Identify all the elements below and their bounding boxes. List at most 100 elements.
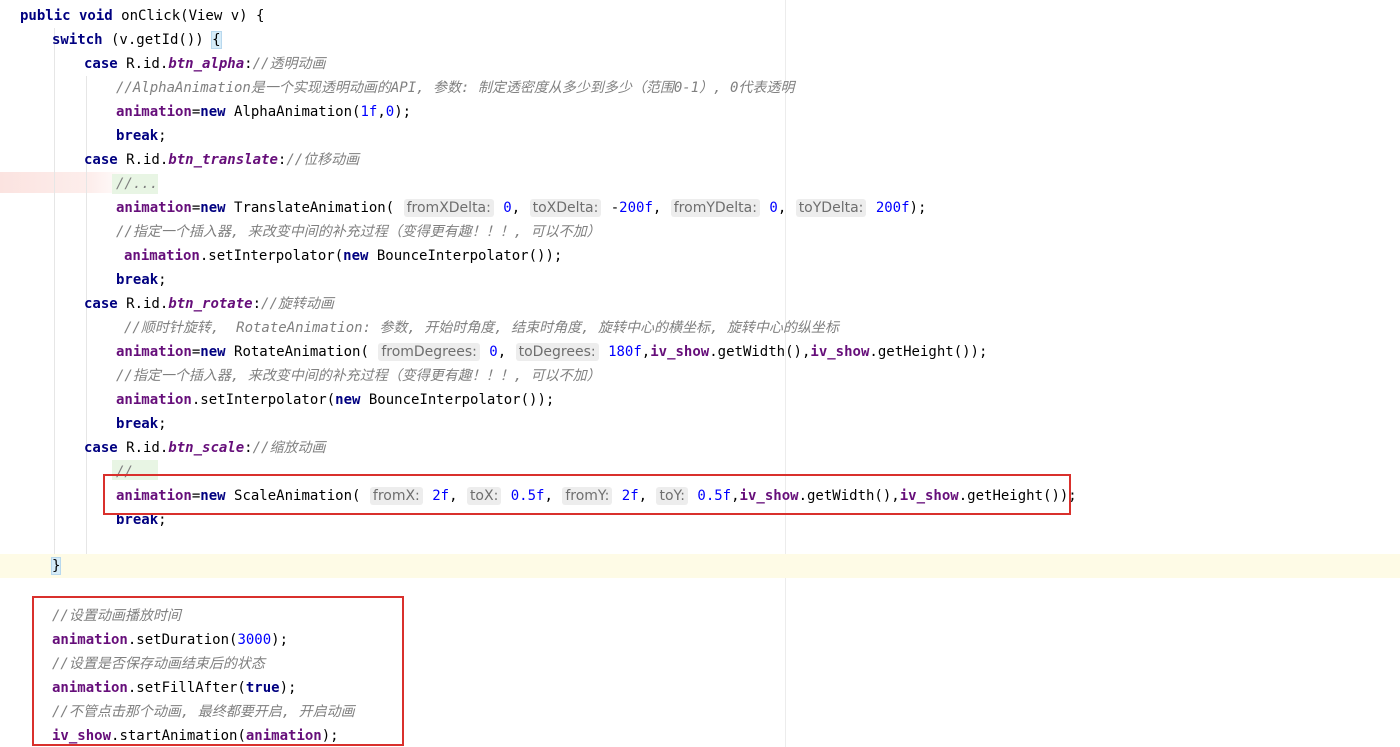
keyword: public void — [20, 8, 113, 24]
variable: animation — [124, 248, 200, 264]
code-text: ); — [909, 200, 927, 216]
code-comment: //指定一个插入器, 来改变中间的补充过程（变得更有趣！！！, 可以不加） — [116, 224, 601, 240]
changed-line-marker — [0, 172, 130, 193]
parameter-hint: toYDelta: — [795, 199, 867, 217]
highlight-box-scale-animation — [103, 474, 1071, 515]
keyword: new — [200, 104, 226, 120]
keyword: case — [84, 440, 118, 456]
code-text: - — [602, 200, 620, 216]
code-line[interactable]: animation=new AlphaAnimation(1f,0); — [116, 100, 411, 124]
code-line[interactable]: public void onClick(View v) { — [20, 4, 264, 28]
code-line[interactable]: //指定一个插入器, 来改变中间的补充过程（变得更有趣！！！, 可以不加） — [116, 220, 601, 244]
code-text: onClick(View v) { — [112, 8, 265, 24]
code-line[interactable]: //AlphaAnimation是一个实现透明动画的API, 参数: 制定透密度… — [116, 76, 794, 100]
keyword: case — [84, 56, 118, 72]
code-text: , — [497, 344, 515, 360]
code-line[interactable]: //... — [116, 172, 158, 196]
code-line[interactable]: switch (v.getId()) { — [52, 28, 222, 52]
code-text: R.id. — [117, 152, 169, 168]
brace: } — [50, 557, 62, 575]
keyword: break — [116, 128, 159, 144]
code-comment: //旋转动画 — [261, 296, 334, 312]
code-text: R.id. — [117, 296, 169, 312]
code-text: R.id. — [117, 440, 169, 456]
code-text: ; — [158, 272, 167, 288]
variable: animation — [116, 344, 192, 360]
number-literal: 0 — [489, 344, 498, 360]
code-text: .getWidth(), — [709, 344, 811, 360]
variable: iv_show — [810, 344, 870, 360]
keyword: case — [84, 296, 118, 312]
keyword: new — [200, 200, 226, 216]
code-text: ; — [158, 128, 167, 144]
keyword: case — [84, 152, 118, 168]
code-text: , — [511, 200, 529, 216]
code-line[interactable]: break; — [116, 124, 167, 148]
parameter-hint: toDegrees: — [515, 343, 599, 361]
keyword: switch — [52, 32, 103, 48]
code-text: , — [641, 344, 651, 360]
code-text: TranslateAnimation( — [225, 200, 403, 216]
code-comment: //顺时针旋转, RotateAnimation: 参数, 开始时角度, 结束时… — [124, 320, 839, 336]
right-margin-guide — [785, 0, 786, 747]
code-line[interactable]: break; — [116, 268, 167, 292]
number-literal: 0 — [385, 104, 395, 120]
field-ref: btn_translate — [168, 152, 278, 168]
keyword: break — [116, 272, 159, 288]
number-literal: 200f — [619, 200, 653, 216]
code-text: R.id. — [117, 56, 169, 72]
field-ref: btn_scale — [168, 440, 245, 456]
indent-guide — [54, 28, 55, 554]
code-comment: //缩放动画 — [252, 440, 326, 456]
parameter-hint: fromYDelta: — [670, 199, 760, 217]
code-text: .setInterpolator( — [199, 248, 344, 264]
code-text: BounceInterpolator()); — [368, 248, 563, 264]
variable: iv_show — [650, 344, 710, 360]
number-literal: 1f — [360, 104, 378, 120]
code-line[interactable]: animation=new TranslateAnimation( fromXD… — [116, 196, 926, 220]
code-line[interactable]: break; — [116, 412, 167, 436]
parameter-hint: fromXDelta: — [403, 199, 494, 217]
code-line[interactable]: case R.id.btn_translate://位移动画 — [84, 148, 359, 172]
code-text: (v.getId()) — [102, 32, 213, 48]
highlight-box-animation-setup — [32, 596, 404, 746]
code-text: , — [652, 200, 670, 216]
code-text: AlphaAnimation( — [225, 104, 361, 120]
field-ref: btn_alpha — [168, 56, 245, 72]
parameter-hint: fromDegrees: — [378, 343, 480, 361]
code-text: , — [377, 104, 386, 120]
code-text: ; — [158, 416, 167, 432]
code-line[interactable]: case R.id.btn_alpha://透明动画 — [84, 52, 325, 76]
variable: animation — [116, 200, 192, 216]
field-ref: btn_rotate — [168, 296, 253, 312]
number-literal: 200f — [875, 200, 910, 216]
keyword: break — [116, 416, 159, 432]
code-comment: //位移动画 — [286, 152, 360, 168]
code-editor[interactable]: public void onClick(View v) {switch (v.g… — [0, 0, 1400, 747]
code-comment: //AlphaAnimation是一个实现透明动画的API, 参数: 制定透密度… — [116, 80, 795, 96]
number-literal: 180f — [608, 344, 642, 360]
code-text: RotateAnimation( — [225, 344, 378, 360]
code-line[interactable]: animation.setInterpolator(new BounceInte… — [124, 244, 562, 268]
code-line[interactable]: animation=new RotateAnimation( fromDegre… — [116, 340, 987, 364]
brace: { — [211, 31, 222, 49]
variable: animation — [116, 104, 192, 120]
code-comment: //指定一个插入器, 来改变中间的补充过程（变得更有趣！！！, 可以不加） — [116, 368, 601, 384]
code-text: : — [244, 56, 253, 72]
variable: animation — [116, 392, 192, 408]
number-literal: 0 — [503, 200, 512, 216]
code-line[interactable]: animation.setInterpolator(new BounceInte… — [116, 388, 554, 412]
code-line[interactable]: //指定一个插入器, 来改变中间的补充过程（变得更有趣！！！, 可以不加） — [116, 364, 601, 388]
parameter-hint: toXDelta: — [529, 199, 602, 217]
keyword: new — [343, 248, 369, 264]
keyword: new — [335, 392, 361, 408]
code-line[interactable]: case R.id.btn_rotate://旋转动画 — [84, 292, 334, 316]
code-line[interactable]: case R.id.btn_scale://缩放动画 — [84, 436, 325, 460]
code-text: : — [252, 296, 262, 312]
code-text: : — [244, 440, 253, 456]
code-text: BounceInterpolator()); — [360, 392, 555, 408]
code-text: ); — [394, 104, 412, 120]
code-line[interactable]: //顺时针旋转, RotateAnimation: 参数, 开始时角度, 结束时… — [124, 316, 839, 340]
code-line[interactable]: } — [50, 554, 62, 578]
